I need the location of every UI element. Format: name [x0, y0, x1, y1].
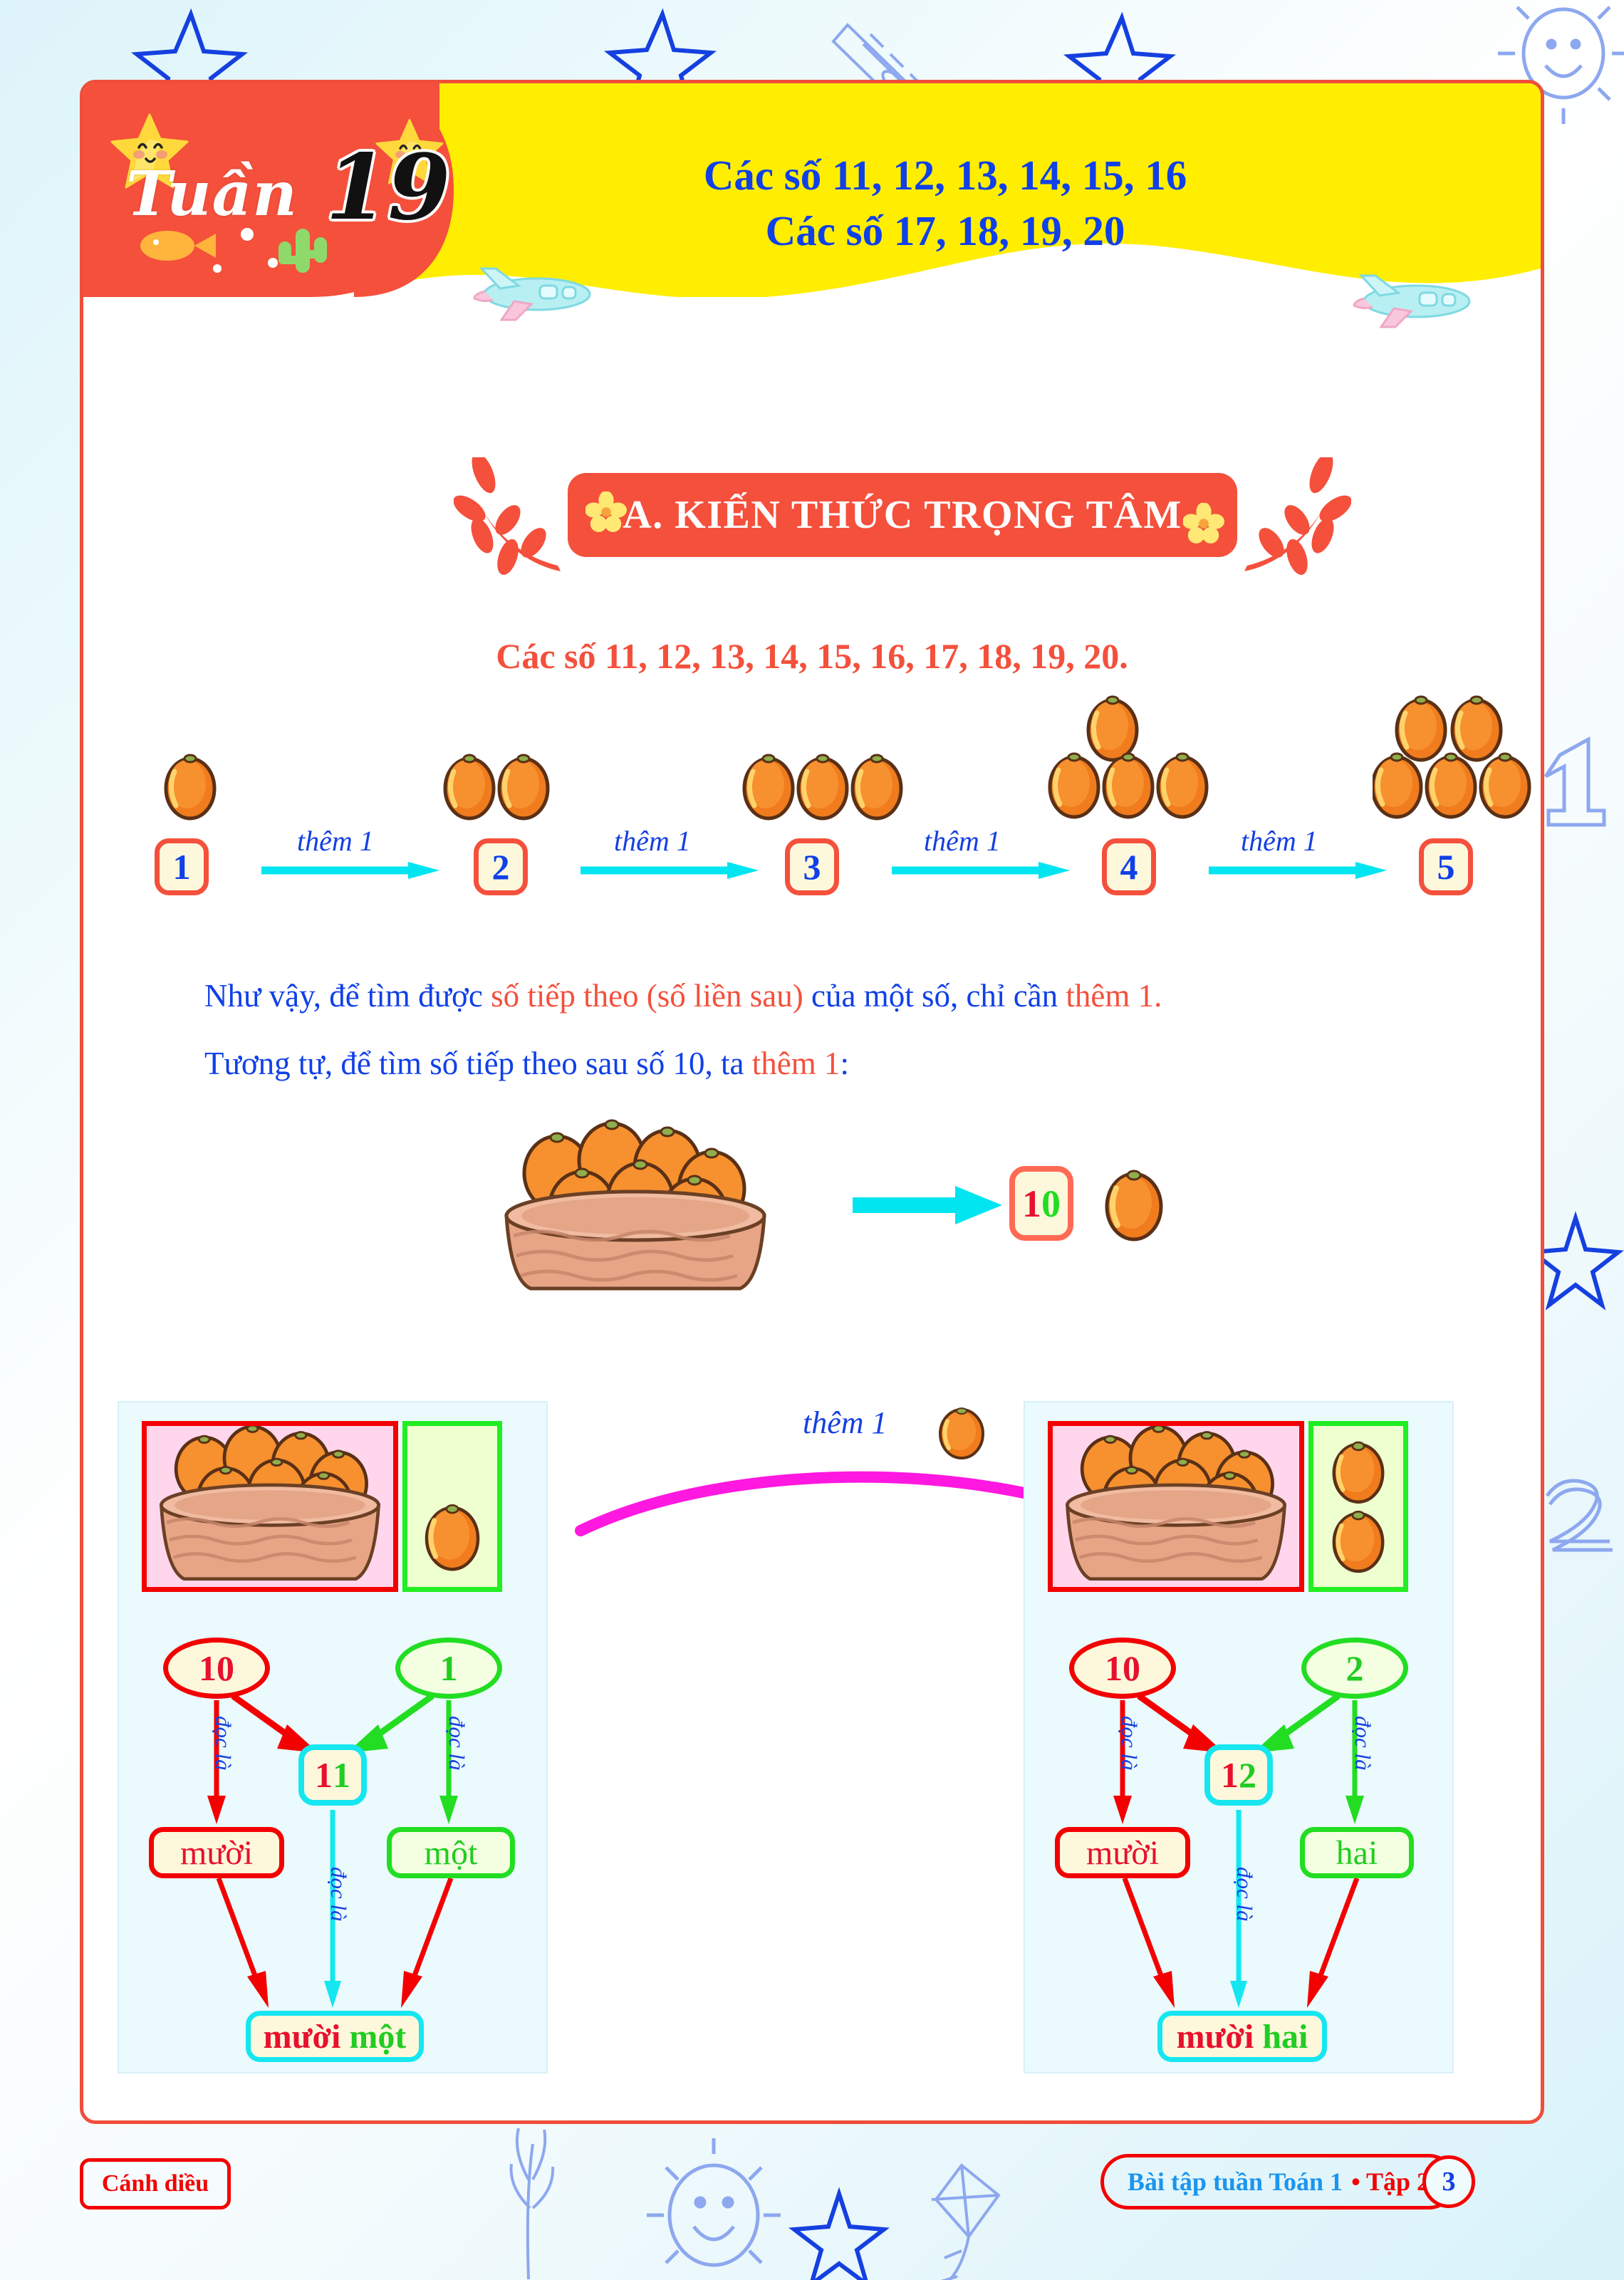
doc-la-label-center-eleven: đọc là	[326, 1867, 351, 1922]
doc-la-label-center-twelve: đọc là	[1232, 1867, 1257, 1922]
paragraph-2: Tương tự, để tìm số tiếp theo sau số 10,…	[204, 1045, 849, 1082]
page-number: 3	[1422, 2155, 1475, 2208]
page-title: Các số 11, 12, 13, 14, 15, 16 Các số 17,…	[482, 147, 1408, 259]
result-word-left-twelve: mười	[1176, 2017, 1254, 2056]
numeral-one-doodle	[1544, 736, 1606, 827]
paragraph-1-part-b: số tiếp theo (số liền sau)	[491, 978, 803, 1014]
paragraph-1: Như vậy, để tìm được số tiếp theo (số li…	[204, 977, 1162, 1014]
paragraph-1-part-e: .	[1154, 978, 1162, 1014]
panel-twelve: 10 2 12 đọc là đọc là đọc là mười hai mư…	[1024, 1401, 1454, 2073]
fruit-group-3	[742, 754, 903, 821]
airplane-right-icon	[1353, 274, 1471, 328]
sun-footer-doodle	[647, 2138, 781, 2267]
section-sub-heading: Các số 11, 12, 13, 14, 15, 16, 17, 18, 1…	[496, 636, 1128, 676]
paragraph-1-part-d: thêm 1	[1066, 978, 1155, 1014]
tens-node-eleven: 10	[163, 1638, 270, 1699]
laurel-right-icon	[1244, 457, 1351, 576]
paragraph-2-part-c: :	[840, 1046, 849, 1081]
doc-la-label-right-eleven: đọc là	[444, 1716, 469, 1771]
them-label-4: thêm 1	[1241, 825, 1318, 857]
doc-la-label-left-twelve: đọc là	[1117, 1716, 1142, 1771]
airplane-left-icon	[473, 267, 591, 321]
cyan-arrow-3	[892, 862, 1070, 879]
middle-arc-fruit-icon	[939, 1407, 984, 1459]
loose-fruit-basket-row	[1105, 1170, 1163, 1241]
number-box-1: 1	[155, 838, 209, 895]
fruit-group-1	[164, 754, 217, 821]
fruit-group-2	[443, 754, 550, 821]
panel-twelve-arrow-layer	[1113, 1693, 1364, 2008]
page-title-line2: Các số 17, 18, 19, 20	[765, 207, 1125, 255]
ones-word-node-twelve: hai	[1300, 1827, 1414, 1878]
section-banner-text: A. KIẾN THỨC TRỌNG TÂM	[623, 493, 1182, 537]
footer-book-title: Bài tập tuần Toán 1	[1127, 2167, 1343, 2196]
number-node-eleven: 11	[298, 1744, 367, 1806]
footer-volume: • Tập 2	[1351, 2167, 1430, 2196]
page-title-line1: Các số 11, 12, 13, 14, 15, 16	[703, 152, 1187, 199]
counting-sequence: 1 thêm 1 2 thêm 1 3 thêm 1 4 thêm 1 5	[83, 695, 1541, 910]
cyan-arrow-4	[1209, 862, 1387, 879]
page-header: Tuần 19 Các số 11, 12, 13, 14, 15, 16 Cá…	[83, 83, 1541, 329]
tens-node-twelve: 10	[1069, 1638, 1176, 1699]
result-word-right-eleven: một	[349, 2017, 407, 2056]
paragraph-2-part-a: Tương tự, để tìm số tiếp theo sau số 10,…	[204, 1046, 752, 1081]
number-box-5: 5	[1419, 838, 1473, 895]
tens-word-node-eleven: mười	[149, 1827, 284, 1878]
paragraph-1-part-c: của một số, chỉ cần	[803, 978, 1066, 1014]
fruit-group-4	[1048, 695, 1209, 819]
page-frame: Tuần 19 Các số 11, 12, 13, 14, 15, 16 Cá…	[80, 80, 1544, 2124]
panel-eleven: 10 1 11 đọc là đọc là đọc là mười một mư…	[118, 1401, 548, 2073]
ones-word-node-eleven: một	[387, 1827, 515, 1878]
footer-book-info: Bài tập tuần Toán 1 • Tập 2 3	[1100, 2154, 1499, 2209]
panel-eleven-arrow-layer	[207, 1693, 458, 2008]
doc-la-label-left-eleven: đọc là	[211, 1716, 236, 1771]
ten-digit-ones: 0	[1041, 1182, 1061, 1225]
result-word-node-twelve: mười hai	[1157, 2011, 1327, 2062]
twelve-tens-digit: 1	[1221, 1755, 1239, 1795]
them-label-2: thêm 1	[614, 825, 691, 857]
week-number: 19	[326, 135, 451, 240]
number-box-4: 4	[1102, 838, 1156, 895]
number-box-ten: 10	[1009, 1166, 1073, 1241]
footer-pill: Bài tập tuần Toán 1 • Tập 2	[1100, 2154, 1457, 2209]
result-word-node-eleven: mười một	[246, 2011, 424, 2062]
middle-them-label: thêm 1	[803, 1405, 888, 1440]
plant-doodle	[509, 2128, 555, 2280]
eleven-tens-digit: 1	[315, 1755, 333, 1795]
paragraph-2-part-b: thêm 1	[751, 1046, 840, 1081]
kite-doodle	[931, 2163, 1001, 2280]
numeral-two-doodle	[1545, 1479, 1613, 1552]
number-box-2: 2	[474, 838, 528, 895]
ones-node-eleven: 1	[395, 1638, 502, 1699]
laurel-left-icon	[454, 457, 561, 576]
cyan-arrow-basket	[853, 1186, 1002, 1224]
result-word-left-eleven: mười	[263, 2017, 341, 2056]
twelve-ones-digit: 2	[1239, 1755, 1256, 1795]
fish-icon	[140, 231, 216, 261]
number-node-twelve: 12	[1204, 1744, 1273, 1806]
them-label-3: thêm 1	[924, 825, 1001, 857]
section-banner: A. KIẾN THỨC TRỌNG TÂM	[454, 457, 1351, 576]
basket-with-ten-fruits	[504, 1119, 766, 1291]
basket-row: 10	[83, 1088, 1541, 1301]
cyan-arrow-2	[581, 862, 759, 879]
star-right-doodle	[1527, 1211, 1624, 1311]
fruit-group-5	[1373, 695, 1531, 819]
ten-digit-tens: 1	[1022, 1182, 1041, 1225]
ones-node-twelve: 2	[1301, 1638, 1408, 1699]
cactus-icon	[279, 229, 327, 273]
them-label-1: thêm 1	[297, 825, 374, 857]
cyan-arrow-1	[261, 862, 439, 879]
result-word-right-twelve: hai	[1262, 2017, 1308, 2056]
star-footer-doodle	[788, 2187, 890, 2280]
publisher-badge: Cánh diều	[80, 2158, 231, 2209]
doc-la-label-right-twelve: đọc là	[1350, 1716, 1375, 1771]
eleven-ones-digit: 1	[333, 1755, 350, 1795]
tens-word-node-twelve: mười	[1055, 1827, 1190, 1878]
paragraph-1-part-a: Như vậy, để tìm được	[204, 978, 491, 1014]
number-box-3: 3	[785, 838, 839, 895]
